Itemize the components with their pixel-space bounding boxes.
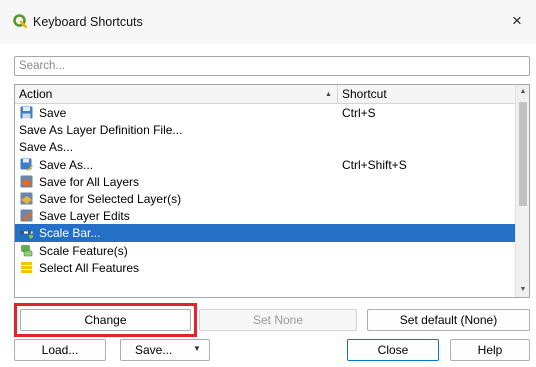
shortcut-value: Ctrl+Shift+S <box>342 157 407 172</box>
action-label: Save for All Layers <box>39 174 140 189</box>
table-row[interactable]: Select All Features <box>15 259 515 276</box>
chevron-down-icon: ▼ <box>193 344 201 353</box>
table-row[interactable]: Save Layer Edits <box>15 207 515 224</box>
table-row[interactable]: Save As... Ctrl+Shift+S <box>15 156 515 173</box>
table-row[interactable]: Save for Selected Layer(s) <box>15 190 515 207</box>
save-as-icon <box>20 158 33 171</box>
select-all-icon <box>20 261 33 274</box>
action-label: Select All Features <box>39 260 140 275</box>
scale-feature-icon <box>20 244 33 257</box>
save-selected-layers-icon <box>20 192 33 205</box>
qgis-logo-icon <box>13 14 27 28</box>
table-row[interactable]: Scale Feature(s) <box>15 242 515 259</box>
set-default-button[interactable]: Set default (None) <box>367 309 530 331</box>
table-row[interactable]: Save for All Layers <box>15 173 515 190</box>
window-title: Keyboard Shortcuts <box>33 15 143 29</box>
action-label: Save Layer Edits <box>39 209 130 224</box>
column-header-shortcut[interactable]: Shortcut <box>342 85 387 104</box>
table-row[interactable]: Save Ctrl+S <box>15 104 515 121</box>
close-button[interactable]: Close <box>347 339 439 361</box>
help-button[interactable]: Help <box>450 339 530 361</box>
save-all-layers-icon <box>20 175 33 188</box>
table-row[interactable]: Save As Layer Definition File... <box>15 121 515 138</box>
search-input[interactable] <box>14 56 530 76</box>
vertical-scrollbar[interactable]: ▲ ▼ <box>515 85 529 297</box>
highlight-box <box>14 303 197 337</box>
close-icon[interactable]: × <box>506 10 528 32</box>
title-bar: Keyboard Shortcuts × <box>0 0 536 44</box>
sort-ascending-icon: ▲ <box>325 91 332 98</box>
save-icon <box>20 106 33 119</box>
save-menu-label: Save... <box>135 343 173 357</box>
scroll-up-icon[interactable]: ▲ <box>516 85 529 99</box>
action-label: Scale Bar... <box>39 226 101 241</box>
scale-bar-icon <box>19 226 34 239</box>
table-rows: Save Ctrl+S Save As Layer Definition File.… <box>15 104 515 276</box>
shortcuts-tree[interactable]: Action ▲ Shortcut Save Ctrl+S Save As Laye… <box>14 84 530 298</box>
table-header: Action ▲ Shortcut <box>15 85 515 104</box>
load-button[interactable]: Load... <box>14 339 106 361</box>
table-row[interactable]: Scale Bar... <box>15 224 515 242</box>
action-label: Save for Selected Layer(s) <box>39 191 182 206</box>
save-layer-edits-icon <box>20 209 33 223</box>
scroll-down-icon[interactable]: ▼ <box>516 283 529 297</box>
set-none-button[interactable]: Set None <box>199 309 357 331</box>
action-label: Save As... <box>39 157 94 172</box>
action-label: Save As Layer Definition File... <box>19 123 183 138</box>
shortcut-value: Ctrl+S <box>342 106 376 120</box>
action-label: Save As... <box>19 140 74 155</box>
column-header-action[interactable]: Action <box>15 85 338 103</box>
scrollbar-thumb[interactable] <box>519 102 527 206</box>
action-label: Save <box>39 106 67 120</box>
table-row[interactable]: Save As... <box>15 138 515 155</box>
action-label: Scale Feature(s) <box>39 243 128 258</box>
